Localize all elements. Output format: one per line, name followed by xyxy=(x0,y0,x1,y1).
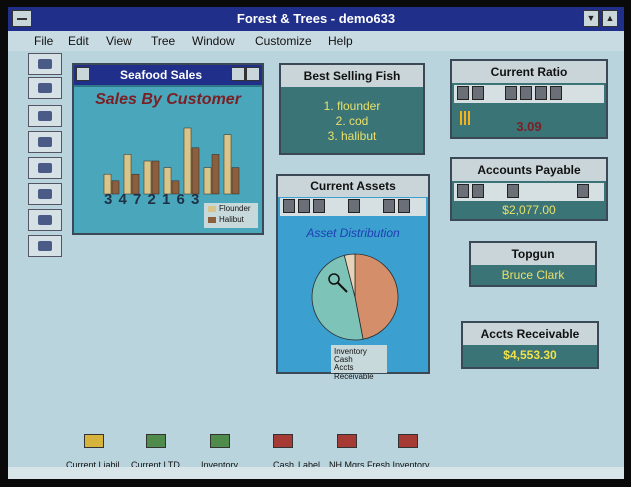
current-ratio-title: Current Ratio xyxy=(452,61,606,83)
legend-flounder-label: Flounder xyxy=(219,204,251,213)
window-title: Forest & Trees - demo633 xyxy=(236,11,396,26)
icon-label[interactable] xyxy=(337,434,357,448)
legend-halibut-swatch xyxy=(208,217,216,223)
bar-flounder-2 xyxy=(143,160,152,195)
accounts-payable-title: Accounts Payable xyxy=(452,159,606,181)
current-ratio-panel[interactable]: Current Ratio 3.09 xyxy=(450,59,608,139)
topgun-value: Bruce Clark xyxy=(501,268,565,282)
tool-button-8[interactable] xyxy=(28,235,62,257)
menu-bar: File Edit View Tree Window Customize Hel… xyxy=(8,31,624,51)
tool-button-2[interactable] xyxy=(28,77,62,99)
best-selling-list: 1. flounder 2. cod 3. halibut xyxy=(281,99,423,144)
bar-flounder-6 xyxy=(223,134,232,195)
bar-halibut-5 xyxy=(211,154,220,195)
menu-file[interactable]: File xyxy=(34,34,53,48)
menu-help[interactable]: Help xyxy=(328,34,353,48)
payable-tool-icon[interactable] xyxy=(457,184,469,198)
assets-legend-receivable: Accts Receivable xyxy=(334,363,374,381)
seafood-title-bar: Seafood Sales xyxy=(74,65,262,85)
ratio-tool-icon-1[interactable] xyxy=(457,86,469,100)
maximize-button[interactable]: ▲ xyxy=(602,10,618,27)
best-selling-item-3: 3. halibut xyxy=(327,129,377,143)
payable-table-icon[interactable] xyxy=(577,184,589,198)
ratio-info-icon[interactable] xyxy=(472,86,484,100)
seafood-title: Seafood Sales xyxy=(119,68,203,82)
seafood-x-numbers: 3 4 7 2 1 6 3 xyxy=(104,191,201,208)
accounts-payable-toolbar xyxy=(454,183,604,201)
left-toolbar xyxy=(28,53,64,263)
menu-window[interactable]: Window xyxy=(192,34,235,48)
help-tool-button[interactable] xyxy=(28,105,62,127)
best-selling-panel[interactable]: Best Selling Fish 1. flounder 2. cod 3. … xyxy=(279,63,425,155)
ratio-chart-icon-1[interactable] xyxy=(505,86,517,100)
icon-inventory[interactable] xyxy=(210,434,230,448)
tool-button-6[interactable] xyxy=(28,183,62,205)
topgun-panel[interactable]: Topgun Bruce Clark xyxy=(469,241,597,287)
legend-flounder-swatch xyxy=(208,206,216,212)
accts-receivable-panel[interactable]: Accts Receivable $4,553.30 xyxy=(461,321,599,369)
menu-customize[interactable]: Customize xyxy=(255,34,312,48)
accounts-payable-panel[interactable]: Accounts Payable $2,077.00 xyxy=(450,157,608,221)
best-selling-title: Best Selling Fish xyxy=(281,65,423,87)
pie-slice-inventory[interactable] xyxy=(354,253,399,340)
menu-tree[interactable]: Tree xyxy=(151,34,175,48)
bar-flounder-1 xyxy=(123,154,132,195)
ratio-chart-icon-4[interactable] xyxy=(550,86,562,100)
tool-button-5[interactable] xyxy=(28,157,62,179)
tool-button-1[interactable] xyxy=(28,53,62,75)
best-selling-item-1: 1. flounder xyxy=(323,99,381,113)
accts-receivable-title: Accts Receivable xyxy=(463,323,597,345)
bar-flounder-5 xyxy=(203,167,212,195)
bar-halibut-6 xyxy=(231,167,240,195)
ratio-chart-icon-3[interactable] xyxy=(535,86,547,100)
icon-cash[interactable] xyxy=(273,434,293,448)
menu-view[interactable]: View xyxy=(106,34,132,48)
seafood-chart-area: Sales By Customer 3 4 7 2 1 6 3 Flounder… xyxy=(74,87,262,233)
assets-legend: Inventory Cash Accts Receivable xyxy=(331,345,387,381)
app-window: Forest & Trees - demo633 ▼ ▲ File Edit V… xyxy=(8,7,624,479)
tool-button-4[interactable] xyxy=(28,131,62,153)
seafood-system-button[interactable] xyxy=(76,67,90,81)
seafood-legend: Flounder Halibut xyxy=(204,203,258,228)
icon-current-ltd[interactable] xyxy=(146,434,166,448)
icon-current-liabil[interactable] xyxy=(84,434,104,448)
status-strip xyxy=(8,467,624,479)
seafood-maximize-button[interactable] xyxy=(246,67,260,81)
current-assets-panel[interactable]: Current Assets Asset Distribution Invent… xyxy=(276,174,430,381)
menu-edit[interactable]: Edit xyxy=(68,34,89,48)
payable-info-icon[interactable] xyxy=(472,184,484,198)
accts-receivable-value: $4,553.30 xyxy=(503,348,557,362)
seafood-sales-panel[interactable]: Seafood Sales Sales By Customer 3 4 7 2 … xyxy=(72,63,264,235)
seafood-minimize-button[interactable] xyxy=(231,67,245,81)
icon-nh-mgrs[interactable] xyxy=(398,434,418,448)
topgun-title: Topgun xyxy=(471,243,595,265)
accounts-payable-value: $2,077.00 xyxy=(502,203,556,217)
bar-flounder-4 xyxy=(183,127,192,195)
current-ratio-toolbar xyxy=(454,85,604,103)
bar-halibut-4 xyxy=(191,147,200,195)
legend-halibut-label: Halibut xyxy=(219,215,244,224)
best-selling-item-2: 2. cod xyxy=(335,114,369,128)
title-bar: Forest & Trees - demo633 ▼ ▲ xyxy=(8,7,624,31)
ratio-chart-icon-2[interactable] xyxy=(520,86,532,100)
current-ratio-value: 3.09 xyxy=(516,119,542,134)
bar-halibut-2 xyxy=(151,160,160,195)
payable-grid-icon[interactable] xyxy=(507,184,519,198)
minimize-button[interactable]: ▼ xyxy=(583,10,599,27)
tool-button-7[interactable] xyxy=(28,209,62,231)
